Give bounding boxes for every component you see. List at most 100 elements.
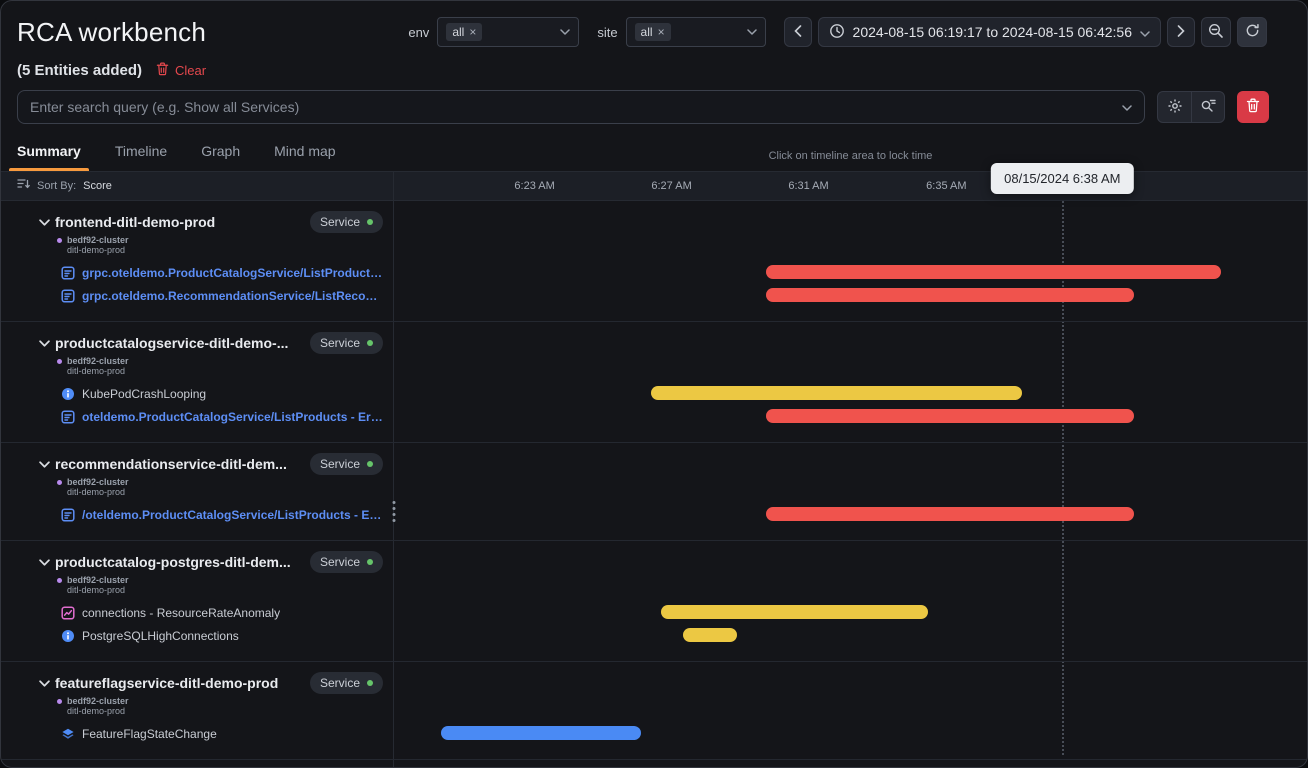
env-filter-label: env (408, 25, 429, 40)
search-box[interactable] (17, 90, 1145, 124)
child-item[interactable]: FeatureFlagStateChange (61, 722, 383, 745)
entity-cluster-name: bedf92-cluster (67, 575, 129, 585)
entity-namespace: ditl-demo-prod (67, 706, 125, 716)
trace-icon (61, 508, 75, 522)
child-item[interactable]: grpc.oteldemo.RecommendationService/List… (61, 284, 383, 307)
tab-graph[interactable]: Graph (201, 135, 240, 171)
child-label: /oteldemo.ProductCatalogService/ListProd… (82, 508, 383, 522)
entity-namespace: ditl-demo-prod (67, 366, 125, 376)
timeline-content: frontend-ditl-demo-prod Service bedf92-c… (1, 201, 1307, 767)
settings-button[interactable] (1158, 92, 1191, 122)
entity-namespace: ditl-demo-prod (67, 245, 125, 255)
time-next-button[interactable] (1167, 17, 1195, 47)
child-item[interactable]: KubePodCrashLooping (61, 382, 383, 405)
child-item[interactable]: oteldemo.ProductCatalogService/ListProdu… (61, 405, 383, 428)
timeline-bar[interactable] (766, 409, 1135, 423)
collapse-chevron-icon[interactable] (39, 559, 50, 566)
entity-name[interactable]: productcatalogservice-ditl-demo-... (55, 335, 288, 351)
collapse-chevron-icon[interactable] (39, 340, 50, 347)
timeline-bar[interactable] (683, 628, 737, 642)
site-filter-chip: all × (635, 23, 671, 41)
tab-label: Timeline (115, 143, 167, 159)
search-list-icon (1200, 98, 1216, 117)
axis-tick-label: 6:31 AM (788, 180, 828, 192)
sort-by-label: Sort By: (37, 180, 76, 192)
entity-bar-lane[interactable] (394, 541, 1307, 661)
clear-label: Clear (175, 63, 206, 78)
entity-name[interactable]: productcatalog-postgres-ditl-dem... (55, 554, 291, 570)
entity-group: productcatalog-postgres-ditl-dem... Serv… (1, 541, 1307, 662)
tabs: Summary Timeline Graph Mind map (17, 135, 336, 171)
site-filter-chip-value: all (641, 25, 653, 39)
entity-bar-lane[interactable] (394, 201, 1307, 321)
child-item[interactable]: grpc.oteldemo.ProductCatalogService/List… (61, 261, 383, 284)
child-item[interactable]: connections - ResourceRateAnomaly (61, 601, 383, 624)
entity-name[interactable]: recommendationservice-ditl-dem... (55, 456, 287, 472)
child-label: grpc.oteldemo.RecommendationService/List… (82, 289, 383, 303)
timeline-bar[interactable] (661, 605, 929, 619)
axis-tick-label: 6:35 AM (926, 180, 966, 192)
entity-children: connections - ResourceRateAnomaly Postgr… (61, 601, 383, 647)
chevron-down-icon (1122, 98, 1132, 116)
service-badge: Service (310, 453, 383, 475)
entity-bar-lane[interactable] (394, 443, 1307, 540)
tab-mind-map[interactable]: Mind map (274, 135, 335, 171)
search-input[interactable] (30, 99, 1114, 115)
chevron-left-icon (794, 25, 802, 40)
env-filter-select[interactable]: all × (437, 17, 579, 47)
metric-icon (61, 606, 75, 620)
timeline-bar[interactable] (766, 265, 1222, 279)
cluster-dot (57, 238, 62, 243)
site-filter-select[interactable]: all × (626, 17, 766, 47)
cluster-dot (57, 480, 62, 485)
delete-query-button[interactable] (1237, 91, 1269, 123)
tab-summary[interactable]: Summary (17, 135, 81, 171)
axis-tick-label: 6:23 AM (514, 180, 554, 192)
advanced-search-button[interactable] (1191, 92, 1224, 122)
entity-group: featureflagservice-ditl-demo-prod Servic… (1, 662, 1307, 760)
env-filter-chip: all × (446, 23, 482, 41)
time-range-text: 2024-08-15 06:19:17 to 2024-08-15 06:42:… (853, 24, 1132, 40)
entity-groups: frontend-ditl-demo-prod Service bedf92-c… (1, 201, 1307, 760)
clear-entities-button[interactable]: Clear (156, 62, 206, 79)
entity-cluster-name: bedf92-cluster (67, 356, 129, 366)
child-label: KubePodCrashLooping (82, 387, 206, 401)
trash-icon (156, 62, 169, 79)
tab-timeline[interactable]: Timeline (115, 135, 167, 171)
sort-by-control[interactable]: Sort By: Score (1, 172, 394, 200)
trace-icon (61, 289, 75, 303)
child-item[interactable]: PostgreSQLHighConnections (61, 624, 383, 647)
trash-icon (1246, 98, 1260, 116)
topbar: RCA workbench env all × site (1, 1, 1307, 55)
env-chip-remove-icon[interactable]: × (469, 26, 476, 38)
time-prev-button[interactable] (784, 17, 812, 47)
collapse-chevron-icon[interactable] (39, 680, 50, 687)
env-filter-chip-value: all (452, 25, 464, 39)
panel-resize-handle[interactable] (390, 501, 399, 535)
entity-name[interactable]: frontend-ditl-demo-prod (55, 214, 215, 230)
timeline-bar[interactable] (651, 386, 1023, 400)
cluster-dot (57, 699, 62, 704)
refresh-button[interactable] (1237, 17, 1267, 47)
zoom-out-button[interactable] (1201, 17, 1231, 47)
child-label: PostgreSQLHighConnections (82, 629, 239, 643)
collapse-chevron-icon[interactable] (39, 461, 50, 468)
axis-tick-label: 6:27 AM (651, 180, 691, 192)
entity-name[interactable]: featureflagservice-ditl-demo-prod (55, 675, 278, 691)
entity-children: /oteldemo.ProductCatalogService/ListProd… (61, 503, 383, 526)
entity-namespace: ditl-demo-prod (67, 585, 125, 595)
zoom-out-icon (1208, 23, 1224, 42)
timeline-bar[interactable] (441, 726, 641, 740)
collapse-chevron-icon[interactable] (39, 219, 50, 226)
timeline-bar[interactable] (766, 288, 1135, 302)
alert-info-icon (61, 387, 75, 401)
entity-bar-lane[interactable] (394, 662, 1307, 759)
child-item[interactable]: /oteldemo.ProductCatalogService/ListProd… (61, 503, 383, 526)
gear-icon (1167, 98, 1183, 117)
time-range-button[interactable]: 2024-08-15 06:19:17 to 2024-08-15 06:42:… (818, 17, 1161, 47)
health-dot (367, 559, 373, 565)
timeline-bar[interactable] (766, 507, 1135, 521)
site-chip-remove-icon[interactable]: × (658, 26, 665, 38)
alert-info-icon (61, 629, 75, 643)
entity-bar-lane[interactable] (394, 322, 1307, 442)
